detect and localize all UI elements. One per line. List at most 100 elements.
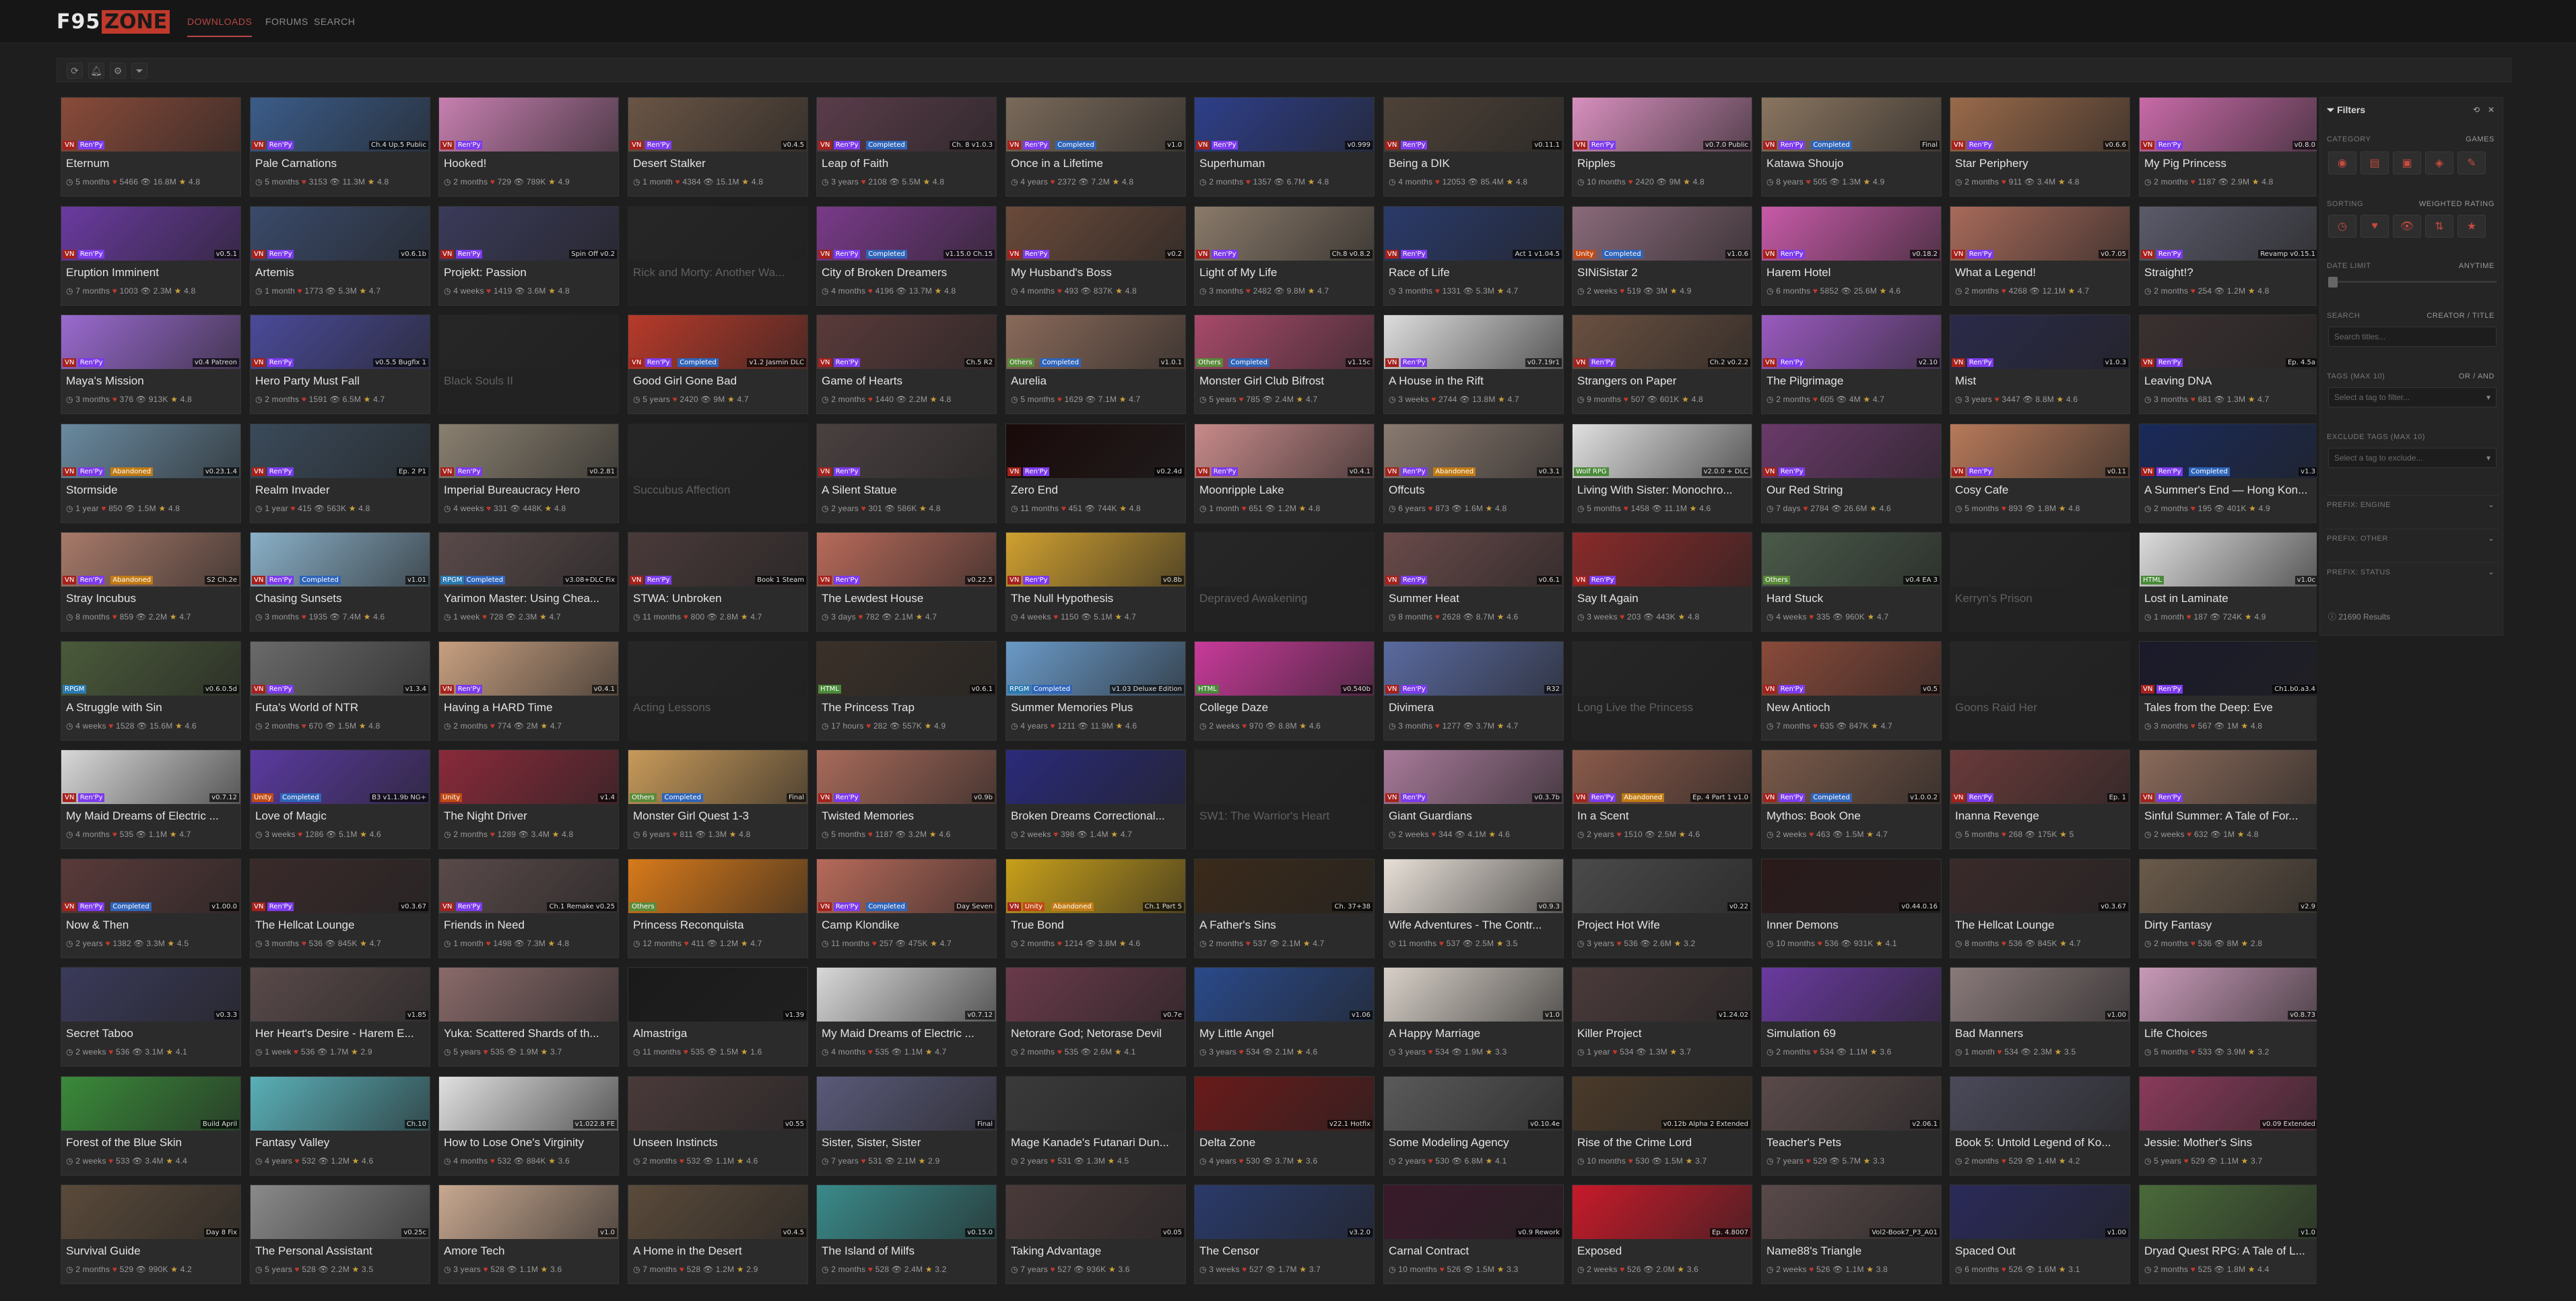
game-title[interactable]: New Antioch [1766,701,1936,714]
game-card[interactable]: v0.22 Project Hot Wife ◷ 3 years ♥ 536 👁︎ … [1572,859,1752,958]
game-card[interactable]: VN Ren'Py Abandoned Ep. 4 Part 1 v1.0 In a S… [1572,749,1752,849]
game-thumbnail[interactable] [2140,533,2317,587]
game-title[interactable]: Hooked! [444,157,614,170]
game-title[interactable]: The Hellcat Lounge [255,919,425,932]
game-card[interactable]: v0.3.67 The Hellcat Lounge ◷ 8 months ♥ 53… [1950,859,2130,958]
game-card[interactable]: v1.0 Dryad Quest RPG: A Tale of L... ◷ 2 m… [2139,1185,2317,1284]
game-card[interactable]: v0.9 Rework Carnal Contract ◷ 10 months ♥ … [1383,1185,1564,1284]
refresh-icon[interactable]: ⟳ [67,63,83,79]
game-thumbnail[interactable] [1573,859,1752,913]
game-thumbnail[interactable] [251,1077,430,1131]
game-card[interactable]: v1.39 Almastriga ◷ 11 months ♥ 535 👁︎ 1.5M… [628,967,808,1067]
game-thumbnail[interactable] [1573,642,1752,696]
game-card[interactable]: v0.55 Unseen Instincts ◷ 2 months ♥ 532 👁︎… [628,1076,808,1176]
game-title[interactable]: Simulation 69 [1766,1027,1936,1040]
game-card[interactable]: VN Ren'Py Completed v1.0.0.2 Mythos: Book On… [1761,749,1942,849]
game-title[interactable]: Stormside [66,483,236,497]
category-games-icon[interactable]: ◉ [2328,152,2356,174]
game-card[interactable]: VN Ren'Py v1.0.3 Mist ◷ 3 years ♥ 3447 👁︎ 8.… [1950,314,2130,414]
game-card[interactable]: Others Completed v1.0.1 Aurelia ◷ 5 months ♥… [1005,314,1186,414]
game-title[interactable]: Now & Then [66,919,236,932]
game-card[interactable]: HTML v0.6.1 The Princess Trap ◷ 17 hours ♥ … [816,641,997,741]
game-thumbnail[interactable] [1950,968,2129,1022]
game-title[interactable]: Eternum [66,157,236,170]
game-card[interactable]: VN Ren'Py Act 1 v1.04.5 Race of Life ◷ 3 mon… [1383,206,1564,306]
game-card[interactable]: Black Souls II [438,314,619,414]
game-title[interactable]: Futa's World of NTR [255,701,425,714]
game-card[interactable]: v1.24.02 Killer Project ◷ 1 year ♥ 534 👁︎ … [1572,967,1752,1067]
nav-search-link[interactable]: SEARCH [314,16,355,27]
game-title[interactable]: City of Broken Dreamers [822,266,991,279]
prefix-engine-row[interactable]: PREFIX: ENGINE ⌄ [2327,495,2499,514]
game-title[interactable]: Princess Reconquista [633,919,803,932]
game-card[interactable]: VN Ren'Py v0.7.19r1 A House in the Rift ◷ 3 … [1383,314,1564,414]
game-title[interactable]: Spaced Out [1955,1244,2125,1258]
game-title[interactable]: A Silent Statue [822,483,991,497]
game-title[interactable]: My Husband's Boss [1011,266,1181,279]
game-thumbnail[interactable] [1195,533,1374,587]
reset-filters-icon[interactable]: ⟲ [2470,104,2482,116]
game-title[interactable]: Exposed [1577,1244,1747,1258]
game-card[interactable]: Ep. 4.8007 Exposed ◷ 2 weeks ♥ 526 👁︎ 2.0M… [1572,1185,1752,1284]
game-card[interactable]: v3.2.0 The Censor ◷ 3 weeks ♥ 527 👁︎ 1.7M … [1194,1185,1375,1284]
game-card[interactable]: Build April Forest of the Blue Skin ◷ 2 we… [61,1076,241,1176]
game-thumbnail[interactable] [628,424,807,478]
game-thumbnail[interactable] [2140,859,2317,913]
game-card[interactable]: VN Ren'Py Completed v1.00.0 Now & Then ◷ 2 ye… [61,859,241,958]
game-title[interactable]: Mage Kanade's Futanari Dun... [1011,1136,1181,1149]
game-thumbnail[interactable] [439,968,618,1022]
game-title[interactable]: Strangers on Paper [1577,374,1747,388]
game-title[interactable]: Black Souls II [444,374,614,388]
game-title[interactable]: A Struggle with Sin [66,701,236,714]
game-card[interactable]: VN Ren'Py Say It Again ◷ 3 weeks ♥ 203 👁︎ 4… [1572,532,1752,632]
game-title[interactable]: A Happy Marriage [1389,1027,1558,1040]
game-thumbnail[interactable] [1006,968,1185,1022]
game-title[interactable]: Pale Carnations [255,157,425,170]
game-card[interactable]: RPGM Completed v3.08+DLC Fix Yarimon Master… [438,532,619,632]
game-card[interactable]: VN Ren'Py v0.8b The Null Hypothesis ◷ 4 week… [1005,532,1186,632]
game-title[interactable]: Monster Girl Quest 1-3 [633,809,803,823]
game-title[interactable]: Jessie: Mother's Sins [2144,1136,2314,1149]
game-card[interactable]: v0.4.5 A Home in the Desert ◷ 7 months ♥ 5… [628,1185,808,1284]
game-title[interactable]: Goons Raid Her [1955,701,2125,714]
game-title[interactable]: Her Heart's Desire - Harem E... [255,1027,425,1040]
game-card[interactable]: VN Ren'Py Sinful Summer: A Tale of For... ◷… [2139,749,2317,849]
game-card[interactable]: VN Ren'Py v0.7.12 My Maid Dreams of Electri… [61,749,241,849]
game-title[interactable]: My Pig Princess [2144,157,2314,170]
game-card[interactable]: VN Ren'Py Ep. 1 Inanna Revenge ◷ 5 months ♥ … [1950,749,2130,849]
game-title[interactable]: What a Legend! [1955,266,2125,279]
game-thumbnail[interactable] [439,1185,618,1239]
game-card[interactable]: Broken Dreams Correctional... ◷ 2 weeks ♥… [1005,749,1186,849]
game-card[interactable]: v0.3.3 Secret Taboo ◷ 2 weeks ♥ 536 👁︎ 3.1… [61,967,241,1067]
game-card[interactable]: Rick and Morty: Another Wa... [628,206,808,306]
game-card[interactable]: VN Ren'Py Abandoned S2 Ch.2e Stray Incubus ◷ … [61,532,241,632]
game-card[interactable]: VN Ren'Py Ep. 2 P1 Realm Invader ◷ 1 year ♥ … [250,424,430,523]
game-title[interactable]: Say It Again [1577,592,1747,605]
game-title[interactable]: Eruption Imminent [66,266,236,279]
game-title[interactable]: Mythos: Book One [1766,809,1936,823]
game-title[interactable]: College Daze [1199,701,1369,714]
game-card[interactable]: VN Ren'Py v0.2.81 Imperial Bureaucracy Hero… [438,424,619,523]
game-thumbnail[interactable] [1006,750,1185,804]
site-logo[interactable]: F95 ZONE [57,9,170,34]
game-title[interactable]: In a Scent [1577,809,1747,823]
game-card[interactable]: VN Ren'Py v0.3.67 The Hellcat Lounge ◷ 3 mon… [250,859,430,958]
game-card[interactable]: Mage Kanade's Futanari Dun... ◷ 2 years ♥… [1005,1076,1186,1176]
search-input[interactable]: Search titles... [2328,327,2497,347]
game-thumbnail[interactable] [1195,968,1374,1022]
game-thumbnail[interactable] [251,968,430,1022]
game-title[interactable]: True Bond [1011,919,1181,932]
game-card[interactable]: Final Sister, Sister, Sister ◷ 7 years ♥ 5… [816,1076,997,1176]
game-title[interactable]: Delta Zone [1199,1136,1369,1149]
game-title[interactable]: Depraved Awakening [1199,592,1369,605]
game-card[interactable]: VN Ren'Py Completed Day Seven Camp Klondike ◷… [816,859,997,958]
game-title[interactable]: Superhuman [1199,157,1369,170]
game-card[interactable]: Others Completed Final Monster Girl Quest 1… [628,749,808,849]
game-card[interactable]: VN Ren'Py Ch.5 R2 Game of Hearts ◷ 2 months … [816,314,997,414]
game-thumbnail[interactable] [439,315,618,369]
game-card[interactable]: v0.7e Netorare God; Netorase Devil ◷ 2 mon… [1005,967,1186,1067]
game-card[interactable]: SW1: The Warrior's Heart [1194,749,1375,849]
game-title[interactable]: Dryad Quest RPG: A Tale of L... [2144,1244,2314,1258]
game-title[interactable]: Chasing Sunsets [255,592,425,605]
game-title[interactable]: Rise of the Crime Lord [1577,1136,1747,1149]
